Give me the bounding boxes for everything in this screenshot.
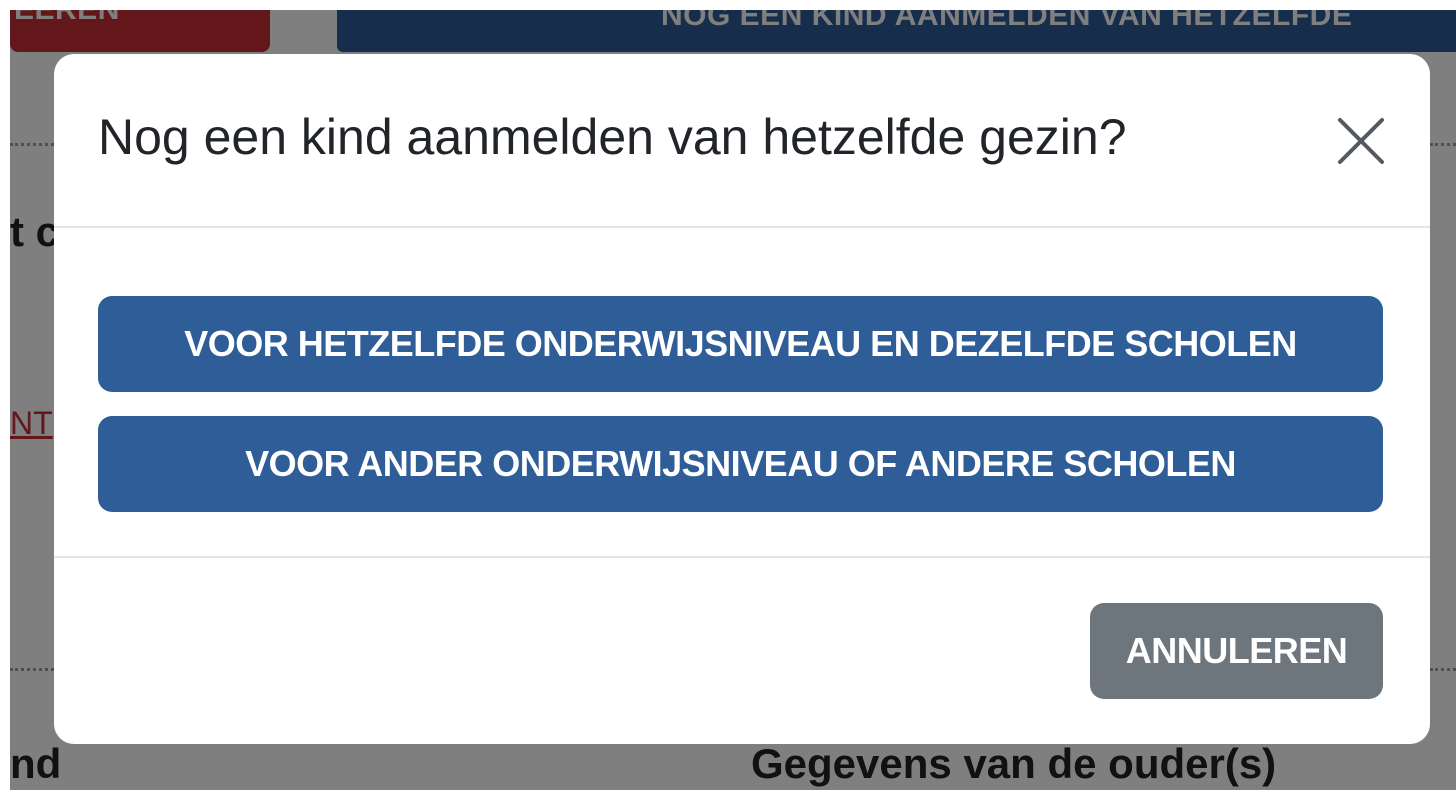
page: EEREN NOG EEN KIND AANMELDEN VAN HETZELF… bbox=[10, 10, 1456, 790]
dialog-body: VOOR HETZELFDE ONDERWIJSNIVEAU EN DEZELF… bbox=[54, 228, 1430, 558]
other-level-other-schools-button[interactable]: VOOR ANDER ONDERWIJSNIVEAU OF ANDERE SCH… bbox=[98, 416, 1383, 512]
dialog-footer: ANNULEREN bbox=[54, 558, 1430, 744]
dialog-header: Nog een kind aanmelden van hetzelfde gez… bbox=[54, 54, 1430, 228]
same-level-same-schools-button[interactable]: VOOR HETZELFDE ONDERWIJSNIVEAU EN DEZELF… bbox=[98, 296, 1383, 392]
add-sibling-dialog: Nog een kind aanmelden van hetzelfde gez… bbox=[54, 54, 1430, 744]
close-button[interactable] bbox=[1332, 112, 1390, 170]
close-icon bbox=[1338, 118, 1384, 164]
cancel-button[interactable]: ANNULEREN bbox=[1090, 603, 1383, 699]
dialog-title: Nog een kind aanmelden van hetzelfde gez… bbox=[98, 109, 1127, 165]
